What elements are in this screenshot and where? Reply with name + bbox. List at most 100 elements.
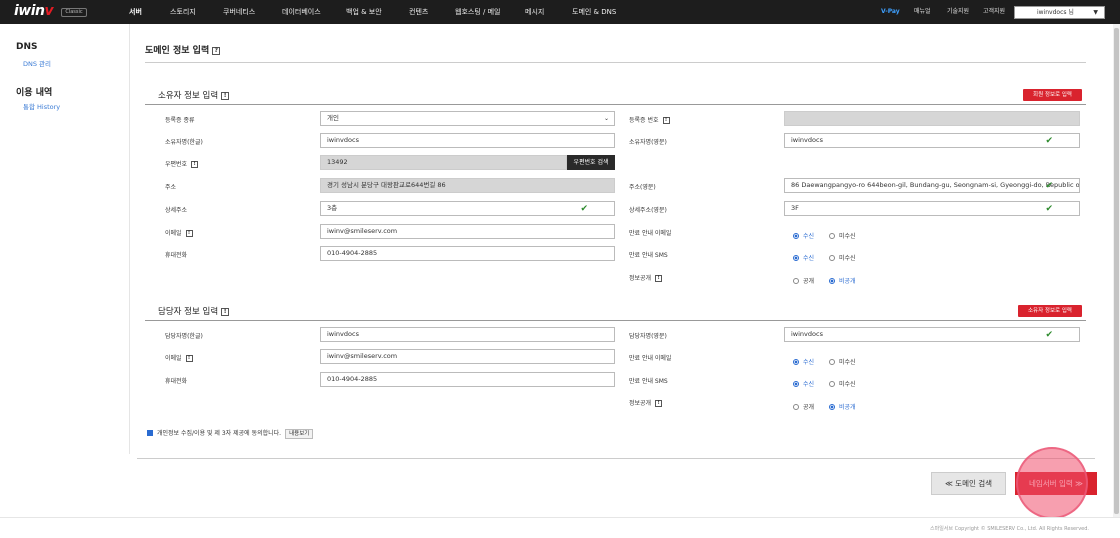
contact-public-radio[interactable]: 공개: [793, 402, 814, 411]
owner-phone-input[interactable]: 010-4904-2885: [320, 246, 615, 261]
info-icon[interactable]: !: [185, 355, 193, 362]
vpay-link[interactable]: V-Pay: [881, 0, 900, 24]
reg-type-select[interactable]: 개인 ⌄: [320, 111, 615, 126]
sidebar-item-dns-manage[interactable]: DNS 관리: [23, 58, 51, 68]
contact-section-divider: [145, 320, 1086, 321]
domain-search-back-button[interactable]: ≪ 도메인 검색: [931, 472, 1006, 495]
fill-owner-info-button[interactable]: 소유자 정보로 입력: [1018, 305, 1082, 317]
radio-checked-icon: [793, 232, 799, 239]
owner-expire-sms-receive-radio[interactable]: 수신: [793, 253, 814, 262]
contact-expire-email-receive-radio[interactable]: 수신: [793, 357, 814, 366]
title-divider: [145, 62, 1086, 63]
owner-expire-email-receive-radio[interactable]: 수신: [793, 231, 814, 240]
scrollbar-thumb[interactable]: [1114, 28, 1119, 514]
radio-label: 공개: [803, 404, 815, 411]
radio-label: 공개: [803, 278, 815, 285]
menu-database[interactable]: 데이터베이스: [282, 0, 321, 24]
detail-addr-en-input[interactable]: 3F ✔: [784, 201, 1080, 216]
sidebar-heading-dns: DNS: [16, 42, 38, 52]
zip-search-button[interactable]: 우편번호 검색: [567, 155, 615, 170]
reg-no-input: [784, 111, 1080, 126]
logo-mark: v: [44, 3, 54, 19]
menu-backup-security[interactable]: 백업 & 보안: [346, 0, 382, 24]
info-icon[interactable]: !: [655, 275, 663, 282]
detail-addr-value: 3층: [327, 204, 338, 212]
contact-expire-sms-no-receive-radio[interactable]: 미수신: [829, 379, 856, 388]
radio-label: 비공개: [839, 278, 856, 285]
owner-name-ko-input[interactable]: iwinvdocs: [320, 133, 615, 148]
radio-label: 수신: [803, 233, 815, 240]
owner-section-title: 소유자 정보 입력!: [158, 89, 230, 101]
contact-expire-email-no-receive-radio[interactable]: 미수신: [829, 357, 856, 366]
manual-link[interactable]: 매뉴얼: [914, 0, 931, 24]
info-icon[interactable]: !: [662, 117, 670, 124]
copyright: 스마일서브 Copyright © SMILESERV Co., Ltd. Al…: [930, 526, 1089, 532]
tech-support-link[interactable]: 기술지원: [947, 0, 969, 24]
owner-expire-email-label: 만료 안내 이메일: [629, 230, 672, 237]
owner-name-ko-label: 소유자명(한글): [165, 139, 203, 146]
logo[interactable]: iwinv: [14, 3, 54, 19]
menu-contents[interactable]: 컨텐츠: [409, 0, 428, 24]
detail-addr-input[interactable]: 3층 ✔: [320, 201, 615, 216]
contact-email-input[interactable]: iwinv@smileserv.com: [320, 349, 615, 364]
sidebar-heading-usage: 이용 내역: [16, 88, 53, 98]
addr-en-value: 86 Daewangpangyo-ro 644beon-gil, Bundang…: [791, 181, 1080, 189]
checkbox-checked-icon[interactable]: [147, 429, 153, 436]
addr-en-label: 주소(영문): [629, 184, 656, 191]
customer-support-link[interactable]: 고객지원: [983, 0, 1005, 24]
chevron-down-icon: ▼: [1093, 9, 1098, 16]
contact-section-title: 담당자 정보 입력!: [158, 305, 230, 317]
owner-expire-sms-no-receive-radio[interactable]: 미수신: [829, 253, 856, 262]
logo-text: iwin: [14, 3, 45, 19]
owner-private-radio[interactable]: 비공개: [829, 276, 856, 285]
menu-server[interactable]: 서버: [129, 0, 142, 24]
sidebar-divider: [129, 24, 130, 454]
scrollbar[interactable]: [1113, 24, 1120, 517]
contact-private-radio[interactable]: 비공개: [829, 402, 856, 411]
menu-webhosting-mail[interactable]: 웹호스팅 / 메일: [455, 0, 500, 24]
contact-expire-email-label: 만료 안내 이메일: [629, 355, 672, 362]
page-title-text: 도메인 정보 입력: [145, 46, 210, 56]
owner-section-title-text: 소유자 정보 입력: [158, 91, 219, 101]
radio-label: 수신: [803, 359, 815, 366]
sidebar-item-history[interactable]: 통합 History: [23, 101, 60, 111]
zip-input: 13492: [320, 155, 567, 170]
user-menu-select[interactable]: iwinvdocs 님 ▼: [1014, 6, 1105, 19]
radio-checked-icon: [793, 380, 799, 387]
contact-email-label-text: 이메일: [165, 355, 182, 362]
detail-addr-en-value: 3F: [791, 204, 799, 212]
nameserver-input-button[interactable]: 네임서버 입력 ≫: [1015, 472, 1097, 495]
contact-name-ko-input[interactable]: iwinvdocs: [320, 327, 615, 342]
info-icon[interactable]: !: [221, 307, 230, 316]
owner-expire-email-no-receive-radio[interactable]: 미수신: [829, 231, 856, 240]
help-icon[interactable]: ?: [212, 46, 221, 55]
info-icon[interactable]: !: [655, 400, 663, 407]
info-icon[interactable]: !: [191, 161, 199, 168]
contact-section-title-text: 담당자 정보 입력: [158, 307, 219, 317]
view-content-button[interactable]: 내용보기: [285, 429, 314, 439]
privacy-agree: 개인정보 수집/이용 및 제 3자 제공에 동의합니다. 내용보기: [147, 428, 314, 439]
menu-domain-dns[interactable]: 도메인 & DNS: [572, 0, 616, 24]
radio-unchecked-icon: [793, 277, 799, 284]
contact-name-en-input[interactable]: iwinvdocs ✔: [784, 327, 1080, 342]
contact-expire-sms-receive-radio[interactable]: 수신: [793, 379, 814, 388]
owner-name-en-input[interactable]: iwinvdocs ✔: [784, 133, 1080, 148]
menu-kubernetes[interactable]: 쿠버네티스: [223, 0, 255, 24]
owner-email-input[interactable]: iwinv@smileserv.com: [320, 224, 615, 239]
addr-en-input[interactable]: 86 Daewangpangyo-ro 644beon-gil, Bundang…: [784, 178, 1080, 193]
menu-message[interactable]: 메시지: [525, 0, 544, 24]
fill-member-info-button[interactable]: 회원 정보로 입력: [1023, 89, 1082, 101]
footer-divider: [137, 458, 1095, 459]
info-icon[interactable]: !: [221, 91, 230, 100]
contact-phone-input[interactable]: 010-4904-2885: [320, 372, 615, 387]
reg-no-label: 등록증 번호!: [629, 115, 670, 124]
footer: 스마일서브 Copyright © SMILESERV Co., Ltd. Al…: [0, 517, 1120, 538]
owner-section-divider: [145, 104, 1086, 105]
addr-label: 주소: [165, 184, 177, 191]
logo-badge: Classic: [61, 8, 87, 17]
contact-expire-sms-label: 만료 안내 SMS: [629, 378, 668, 385]
user-name: iwinvdocs 님: [1037, 9, 1074, 16]
owner-public-radio[interactable]: 공개: [793, 276, 814, 285]
menu-storage[interactable]: 스토리지: [170, 0, 196, 24]
info-icon[interactable]: !: [185, 230, 193, 237]
